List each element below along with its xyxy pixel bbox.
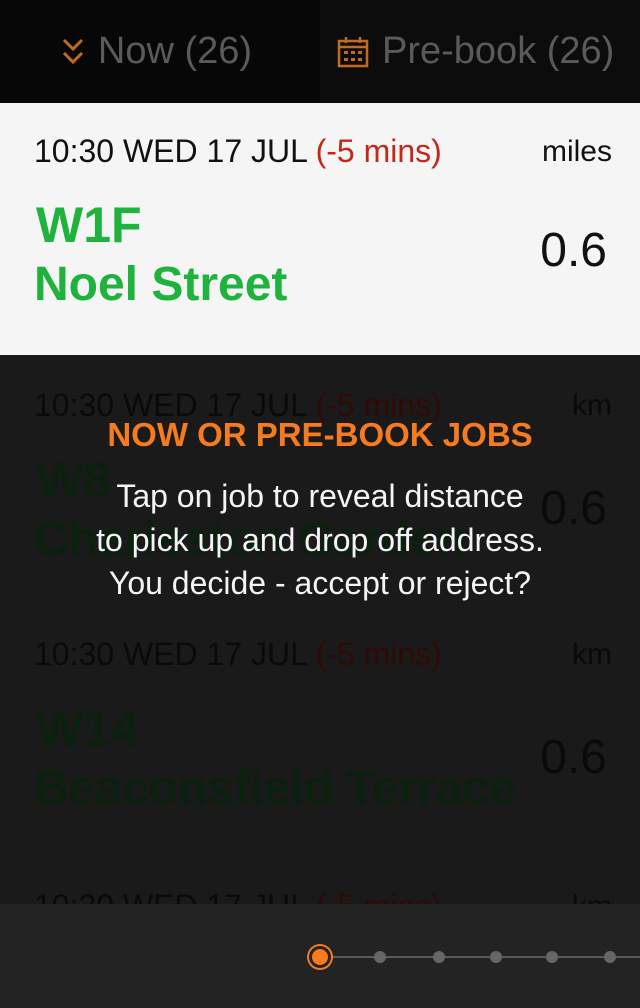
job-date: WED 17 JUL <box>122 636 307 672</box>
job-late-badge: (-5 mins) <box>315 636 442 672</box>
chevron-double-down-icon <box>60 34 86 70</box>
pager-dot[interactable] <box>433 951 445 963</box>
tutorial-line: You decide - accept or reject? <box>108 565 532 601</box>
job-distance-unit: km <box>572 890 612 904</box>
pager-dot[interactable] <box>374 951 386 963</box>
job-distance: 0.6 <box>540 731 607 784</box>
tab-prebook[interactable]: Pre-book (26) <box>320 0 640 103</box>
job-card[interactable]: 10:30 WED 17 JUL (-5 mins) km W14 Beacon… <box>0 604 640 856</box>
calendar-icon <box>336 35 370 69</box>
tab-prebook-label: Pre-book (26) <box>382 30 615 72</box>
job-postcode: W14 <box>36 701 139 757</box>
job-street: Noel Street <box>34 258 288 311</box>
pager-track <box>320 956 640 958</box>
job-date: WED 17 JUL <box>123 888 307 904</box>
job-time: 10:30 <box>34 636 115 672</box>
job-late-badge: (-5 mins) <box>316 888 442 904</box>
job-distance-unit: miles <box>541 135 612 168</box>
job-distance: 0.6 <box>540 224 607 277</box>
tutorial-line: Tap on job to reveal distance <box>116 478 524 514</box>
pager-dot[interactable] <box>604 951 616 963</box>
pager-dot[interactable] <box>490 951 502 963</box>
job-distance-unit: km <box>572 638 612 671</box>
job-late-badge: (-5 mins) <box>315 133 442 169</box>
pager-dot[interactable] <box>546 951 558 963</box>
job-card[interactable]: 10:30 WED 17 JUL (-5 mins) km <box>0 856 640 904</box>
job-time: 10:30 <box>34 133 115 169</box>
job-card[interactable]: 10:30 WED 17 JUL (-5 mins) miles W1F Noe… <box>0 103 640 355</box>
job-time-row: 10:30 WED 17 JUL (-5 mins) <box>34 133 442 170</box>
job-date: WED 17 JUL <box>122 133 307 169</box>
tutorial-title: NOW OR PRE-BOOK JOBS <box>107 416 533 453</box>
pager-dot-active[interactable] <box>309 946 331 968</box>
job-time-row: 10:30 WED 17 JUL (-5 mins) <box>34 888 442 904</box>
tab-now[interactable]: Now (26) <box>0 0 320 103</box>
tab-bar: Now (26) Pre-book (26) <box>0 0 640 103</box>
tutorial-pager <box>0 904 640 1008</box>
job-postcode: W1F <box>36 197 142 253</box>
job-time-row: 10:30 WED 17 JUL (-5 mins) <box>34 636 442 673</box>
job-time: 10:30 <box>34 888 114 904</box>
tab-now-label: Now (26) <box>97 30 253 72</box>
job-street: Beaconsfield Terrace <box>34 762 516 815</box>
tutorial-line: to pick up and drop off address. <box>96 522 544 558</box>
